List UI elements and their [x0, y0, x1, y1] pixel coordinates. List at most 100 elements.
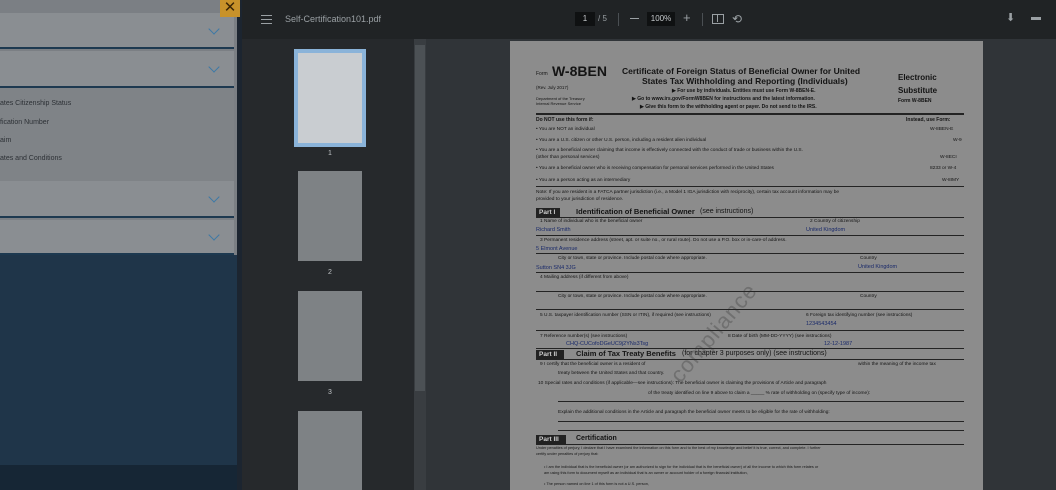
- cert-text-3: • I am the individual that is the benefi…: [544, 465, 819, 469]
- foreign-tin-field[interactable]: 1234543454: [806, 321, 837, 327]
- chevron-down-icon[interactable]: [208, 61, 220, 73]
- toolbar-divider: [702, 13, 703, 26]
- country2-label: Country: [860, 294, 877, 299]
- thumbnail-sidebar: 1 2 3: [242, 39, 414, 490]
- section-rule: [536, 186, 964, 187]
- note-line-2: provided to your jurisdiction of residen…: [536, 197, 624, 202]
- form-subtitle-1: ▶ For use by individuals. Entities must …: [672, 88, 816, 94]
- form-subtitle-2: ▶ Go to www.irs.gov/FormW8BEN for instru…: [632, 96, 815, 102]
- page-number-input[interactable]: 1: [575, 12, 595, 26]
- close-icon[interactable]: ✕: [220, 0, 240, 17]
- part-1-see: (see instructions): [700, 208, 754, 215]
- field-rule: [558, 430, 964, 431]
- part-3-title: Certification: [576, 435, 617, 442]
- form-title-line-1: Certificate of Foreign Status of Benefic…: [622, 66, 861, 76]
- page-thumbnail-4[interactable]: [298, 411, 362, 490]
- thumbnail-number: 2: [328, 269, 332, 276]
- line-4-label: 4 Mailing address (if different from abo…: [540, 275, 629, 280]
- cert-text-5: • The person named on line 1 of this for…: [544, 482, 649, 486]
- left-panel-footer: [0, 255, 237, 465]
- use-case-form: W-8ECI: [940, 155, 957, 160]
- zoom-in-icon[interactable]: +: [683, 10, 691, 25]
- city-label: City or town, state or province. Include…: [558, 256, 707, 261]
- line-8-label: 8 Date of birth (MM-DD-YYYY) (see instru…: [728, 334, 832, 339]
- reference-field[interactable]: CHQ-CUCofoDGeUC9j2YNs3Tsg: [566, 341, 648, 347]
- page-thumbnail-3[interactable]: [298, 291, 362, 381]
- section-rule: [536, 217, 964, 218]
- field-rule: [558, 421, 964, 422]
- form-subtitle-3: ▶ Give this form to the withholding agen…: [640, 104, 817, 110]
- use-case-line: • You are a person acting as an intermed…: [536, 178, 631, 183]
- section-rule: [536, 444, 964, 445]
- pdf-viewer: Self-Certification101.pdf 1 / 5 100% + ⟲…: [242, 0, 1056, 490]
- file-name: Self-Certification101.pdf: [285, 14, 382, 24]
- download-icon[interactable]: ⬇: [1006, 11, 1015, 24]
- substitute-label: Substitute: [898, 86, 938, 95]
- field-rule: [536, 272, 964, 273]
- use-case-line: • You are a beneficial owner who is rece…: [536, 166, 774, 171]
- accordion-item-claim[interactable]: aim: [0, 137, 11, 144]
- thumbnail-number: 1: [328, 150, 332, 157]
- field-rule: [558, 401, 964, 402]
- field-rule: [536, 253, 964, 254]
- name-field[interactable]: Richard Smith: [536, 227, 571, 233]
- line-1-label: 1 Name of individual who is the benefici…: [540, 219, 643, 224]
- use-case-form: 8233 or W-4: [930, 166, 957, 171]
- use-case-line: (other than personal services): [536, 155, 600, 160]
- form-w8ben-label: Form W-8BEN: [898, 98, 932, 104]
- part-3-tag: Part III: [536, 435, 566, 444]
- hamburger-icon[interactable]: [261, 15, 272, 24]
- address-field[interactable]: 5 Elmont Avenue: [536, 246, 577, 252]
- line-10-continued: of the treaty identified on line 9 above…: [648, 391, 871, 396]
- accordion-item-terms[interactable]: ates and Conditions: [0, 155, 62, 162]
- accordion-item-identification[interactable]: fication Number: [0, 119, 49, 126]
- left-panel-bottom-bar: [0, 465, 237, 490]
- electronic-label: Electronic: [898, 73, 937, 82]
- cert-text-1: Under penalties of perjury, I declare th…: [536, 446, 821, 450]
- accordion-section-2[interactable]: [0, 51, 234, 88]
- page-total: / 5: [598, 14, 607, 23]
- page-thumbnail-1[interactable]: [294, 49, 366, 147]
- zoom-level-input[interactable]: 100%: [647, 12, 675, 26]
- birthdate-field[interactable]: 12-12-1987: [824, 341, 852, 347]
- accordion-section-3[interactable]: [0, 181, 234, 218]
- instead-heading: Instead, use Form:: [906, 117, 951, 123]
- screen: ates Citizenship Status fication Number …: [0, 0, 1056, 490]
- part-1-title: Identification of Beneficial Owner: [576, 207, 695, 216]
- line-9-continued: within the meaning of the income tax: [858, 362, 936, 367]
- chevron-down-icon[interactable]: [208, 229, 220, 241]
- country-field[interactable]: United Kingdom: [858, 264, 897, 270]
- pdf-toolbar: Self-Certification101.pdf 1 / 5 100% + ⟲…: [242, 0, 1056, 39]
- line-2-label: 2 Country of citizenship: [810, 219, 860, 224]
- zoom-out-icon[interactable]: [630, 18, 639, 19]
- accordion-item-citizenship[interactable]: ates Citizenship Status: [0, 100, 71, 107]
- note-line-1: Note: If you are resident in a FATCA par…: [536, 190, 840, 195]
- accordion-section-1[interactable]: [0, 13, 234, 49]
- form-revision: (Rev. July 2017): [536, 85, 569, 90]
- line-9-treaty: treaty between the United States and tha…: [558, 371, 665, 376]
- chevron-down-icon[interactable]: [208, 191, 220, 203]
- use-case-line: • You are NOT an individual: [536, 127, 595, 132]
- accordion-section-4[interactable]: [0, 220, 234, 255]
- section-rule: [536, 359, 964, 360]
- city-field[interactable]: Sutton SN4 3JG: [536, 265, 576, 271]
- part-2-tag: Part II: [536, 350, 564, 359]
- use-case-line: • You are a U.S. citizen or other U.S. p…: [536, 138, 707, 143]
- line-6-label: 6 Foreign tax identifying number (see in…: [806, 313, 913, 318]
- cert-text-2: certify under penalties of perjury that:: [536, 452, 599, 456]
- rotate-icon[interactable]: ⟲: [732, 12, 742, 26]
- thumbnail-scrollbar[interactable]: [414, 39, 426, 490]
- line-3-label: 3 Permanent residence address (street, a…: [540, 238, 787, 243]
- thumbnail-number: 3: [328, 389, 332, 396]
- fit-page-icon[interactable]: [712, 14, 724, 24]
- line-10-explain: Explain the additional conditions in the…: [558, 410, 830, 415]
- page-thumbnail-2[interactable]: [298, 171, 362, 261]
- line-7-label: 7 Reference number(s) (see instructions): [540, 334, 628, 339]
- chevron-down-icon[interactable]: [208, 23, 220, 35]
- donot-heading: Do NOT use this form if:: [536, 117, 594, 123]
- scrollbar-handle[interactable]: [415, 45, 425, 391]
- print-icon[interactable]: ▬: [1031, 12, 1041, 23]
- citizenship-field[interactable]: United Kingdom: [806, 227, 845, 233]
- form-irs: Internal Revenue Service: [536, 101, 581, 106]
- line-5-label: 5 U.S. taxpayer identification number (S…: [540, 313, 711, 318]
